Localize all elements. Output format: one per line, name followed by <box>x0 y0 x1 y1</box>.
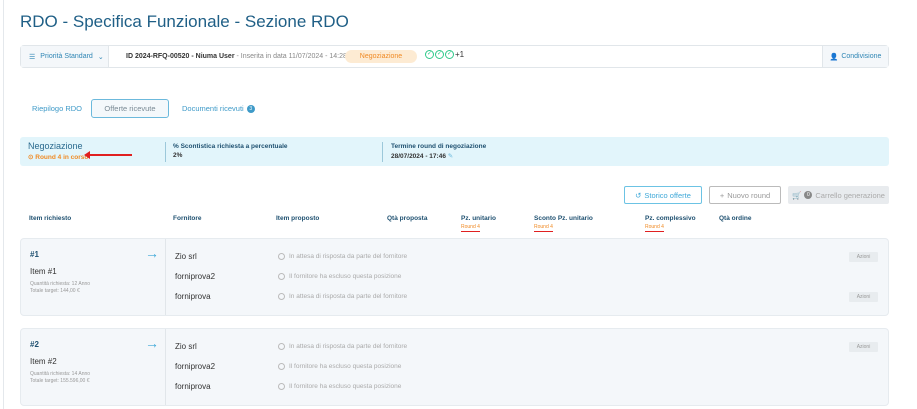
actions-button[interactable]: Azioni <box>849 342 878 352</box>
tab-documenti[interactable]: Documenti ricevuti 3 <box>182 99 255 118</box>
discount-value: 2% <box>173 152 183 159</box>
item-summary: #2 → Item #2 Quantità richiesta: 14 Anno… <box>21 329 166 405</box>
page-title: RDO - Specifica Funzionale - Sezione RDO <box>20 12 349 31</box>
share-button[interactable]: 👤 Condivisione <box>822 46 888 67</box>
col-item-richiesto: Item richiesto <box>29 215 72 222</box>
ban-icon <box>278 383 285 390</box>
chevron-down-icon: ⌄ <box>97 53 104 61</box>
supplier-name: forniprova2 <box>175 272 216 281</box>
col-fornitore: Fornitore <box>173 215 202 222</box>
col-pz-unitario: Pz. unitario <box>461 215 497 222</box>
supplier-status: In attesa di risposta da parte del forni… <box>278 253 407 260</box>
discount-label: % Scontistica richiesta a percentuale <box>173 143 288 150</box>
item-summary: #1 → Item #1 Quantità richiesta: 12 Anno… <box>21 239 166 315</box>
tab-riepilogo[interactable]: Riepilogo RDO <box>32 99 82 118</box>
arrow-right-icon[interactable]: → <box>145 335 159 351</box>
col-pz-complessivo: Pz. complessivo <box>645 215 696 222</box>
supplier-status: In attesa di risposta da parte del forni… <box>278 343 407 350</box>
item-name: Item #1 <box>30 267 57 276</box>
round-tag: Round 4 <box>461 224 480 232</box>
page-border <box>3 0 4 409</box>
col-qta-ordine: Qtà ordine <box>719 215 752 222</box>
supplier-name: Zio srl <box>175 252 197 261</box>
check-icon: ✓ <box>445 50 454 59</box>
cart-button[interactable]: 🛒 0 Carrello generazione <box>788 186 889 204</box>
count-badge: 3 <box>246 104 255 113</box>
actions-button[interactable]: Azioni <box>849 292 878 302</box>
new-round-button[interactable]: + Nuovo round <box>709 186 781 204</box>
history-icon: ↺ <box>635 190 642 200</box>
negotiation-panel: Negoziazione ⊙ Round 4 in corso % Sconti… <box>20 137 889 166</box>
col-qta-proposta: Qtà proposta <box>387 215 428 222</box>
supplier-name: forniprova <box>175 292 211 301</box>
item-card: #1 → Item #1 Quantità richiesta: 12 Anno… <box>20 238 889 316</box>
clock-icon <box>278 293 285 300</box>
menu-icon: ☰ <box>29 53 36 61</box>
supplier-status: Il fornitore ha escluso questa posizione <box>278 273 401 280</box>
edit-icon[interactable]: ✎ <box>448 153 453 160</box>
check-icon: ✓ <box>435 50 444 59</box>
history-button[interactable]: ↺ Storico offerte <box>624 186 702 204</box>
supplier-name: Zio srl <box>175 342 197 351</box>
item-number: #1 <box>30 250 39 259</box>
supplier-name: forniprova <box>175 382 211 391</box>
deadline-value: 28/07/2024 - 17:46 ✎ <box>391 153 454 160</box>
rfq-id: ID 2024-RFQ-00520 - Niuma User - Inserit… <box>126 53 347 60</box>
ban-icon <box>278 273 285 280</box>
deadline-label: Termine round di negoziazione <box>391 143 487 150</box>
cart-icon: 🛒 <box>792 190 802 200</box>
arrow-right-icon[interactable]: → <box>145 245 159 261</box>
round-status: ⊙ Round 4 in corso <box>28 154 89 161</box>
rfq-header-bar: ☰ Priorità Standard ⌄ ID 2024-RFQ-00520 - … <box>20 45 889 68</box>
check-icon: ✓ <box>425 50 434 59</box>
item-meta: Quantità richiesta: 14 Anno Totale target… <box>30 371 91 384</box>
negotiation-title: Negoziazione <box>28 141 83 151</box>
cart-count: 0 <box>804 191 813 199</box>
plus-icon: + <box>719 190 725 200</box>
clock-icon <box>278 343 285 350</box>
item-meta: Quantità richiesta: 12 Anno Totale target… <box>30 281 91 294</box>
item-name: Item #2 <box>30 357 57 366</box>
item-card: #2 → Item #2 Quantità richiesta: 14 Anno… <box>20 328 889 406</box>
priority-dropdown[interactable]: ☰ Priorità Standard ⌄ <box>21 46 109 67</box>
col-sconto: Sconto Pz. unitario <box>534 215 593 222</box>
clock-icon <box>278 253 285 260</box>
supplier-name: forniprova2 <box>175 362 216 371</box>
tab-offerte[interactable]: Offerte ricevute <box>91 99 169 118</box>
supplier-status: Il fornitore ha escluso questa posizione <box>278 363 401 370</box>
actions-button[interactable]: Azioni <box>849 252 878 262</box>
round-tag: Round 4 <box>645 224 664 232</box>
item-number: #2 <box>30 340 39 349</box>
ban-icon <box>278 363 285 370</box>
approvals[interactable]: ✓ ✓ ✓ +1 <box>425 50 464 59</box>
supplier-status: In attesa di risposta da parte del forni… <box>278 293 407 300</box>
user-add-icon: 👤 <box>829 53 839 61</box>
supplier-status: Il fornitore ha escluso questa posizione <box>278 383 401 390</box>
col-item-proposto: Item proposto <box>276 215 320 222</box>
status-badge: Negoziazione <box>345 50 417 63</box>
red-arrow-annotation <box>84 151 132 159</box>
round-tag: Round 4 <box>534 224 553 232</box>
